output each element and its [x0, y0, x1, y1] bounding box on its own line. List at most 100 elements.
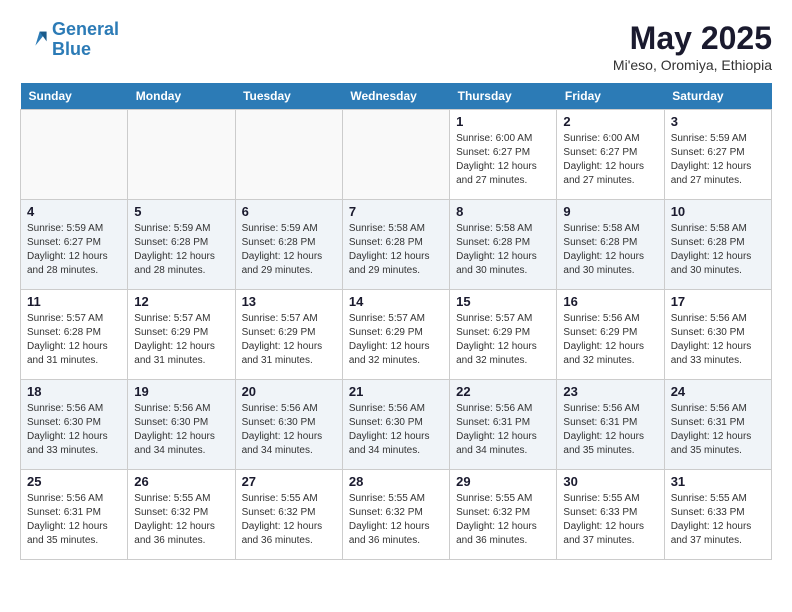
- day-info: Sunrise: 5:58 AMSunset: 6:28 PMDaylight:…: [563, 222, 657, 278]
- day-info: Sunrise: 5:56 AMSunset: 6:30 PMDaylight:…: [134, 402, 228, 458]
- day-info: Sunrise: 5:59 AMSunset: 6:27 PMDaylight:…: [671, 132, 765, 188]
- calendar-cell: 31Sunrise: 5:55 AMSunset: 6:33 PMDayligh…: [664, 470, 771, 560]
- calendar-week-4: 18 Sunrise: 5:56 AMSunset: 6:30 PMDayligh…: [21, 380, 772, 470]
- day-number: 19: [134, 384, 228, 399]
- calendar-cell: 27Sunrise: 5:55 AMSunset: 6:32 PMDayligh…: [235, 470, 342, 560]
- col-friday: Friday: [557, 83, 664, 110]
- day-info: Sunrise: 5:56 AMSunset: 6:30 PMDaylight:…: [242, 402, 336, 458]
- calendar-cell: 9 Sunrise: 5:58 AMSunset: 6:28 PMDaylight…: [557, 200, 664, 290]
- page-header: General Blue May 2025 Mi'eso, Oromiya, E…: [20, 20, 772, 73]
- day-info: Sunrise: 5:55 AMSunset: 6:32 PMDaylight:…: [456, 492, 550, 548]
- calendar-cell: 28 Sunrise: 5:55 AMSunset: 6:32 PMDayligh…: [342, 470, 449, 560]
- day-number: 30: [563, 474, 657, 489]
- day-number: 24: [671, 384, 765, 399]
- day-info: Sunrise: 5:56 AMSunset: 6:30 PMDaylight:…: [671, 312, 765, 368]
- day-number: 13: [242, 294, 336, 309]
- day-info: Sunrise: 5:58 AMSunset: 6:28 PMDaylight:…: [671, 222, 765, 278]
- logo-line1: General: [52, 19, 119, 39]
- logo-text: General Blue: [52, 20, 119, 60]
- logo-line2: Blue: [52, 39, 91, 59]
- day-info: Sunrise: 5:55 AMSunset: 6:32 PMDaylight:…: [349, 492, 443, 548]
- calendar-cell: 13 Sunrise: 5:57 AMSunset: 6:29 PMDayligh…: [235, 290, 342, 380]
- day-number: 31: [671, 474, 765, 489]
- day-number: 18: [27, 384, 121, 399]
- day-info: Sunrise: 5:55 AMSunset: 6:33 PMDaylight:…: [563, 492, 657, 548]
- day-info: Sunrise: 5:56 AMSunset: 6:31 PMDaylight:…: [563, 402, 657, 458]
- location-subtitle: Mi'eso, Oromiya, Ethiopia: [613, 57, 772, 73]
- calendar-cell: 25Sunrise: 5:56 AMSunset: 6:31 PMDayligh…: [21, 470, 128, 560]
- calendar-cell: 5 Sunrise: 5:59 AMSunset: 6:28 PMDaylight…: [128, 200, 235, 290]
- calendar-cell: 24 Sunrise: 5:56 AMSunset: 6:31 PMDayligh…: [664, 380, 771, 470]
- day-info: Sunrise: 5:56 AMSunset: 6:30 PMDaylight:…: [27, 402, 121, 458]
- day-number: 9: [563, 204, 657, 219]
- calendar-cell: [21, 110, 128, 200]
- calendar-cell: 2 Sunrise: 6:00 AMSunset: 6:27 PMDaylight…: [557, 110, 664, 200]
- calendar-cell: 1 Sunrise: 6:00 AMSunset: 6:27 PMDaylight…: [450, 110, 557, 200]
- day-number: 8: [456, 204, 550, 219]
- calendar-cell: 3Sunrise: 5:59 AMSunset: 6:27 PMDaylight…: [664, 110, 771, 200]
- day-number: 16: [563, 294, 657, 309]
- day-info: Sunrise: 5:59 AMSunset: 6:28 PMDaylight:…: [134, 222, 228, 278]
- day-number: 12: [134, 294, 228, 309]
- col-sunday: Sunday: [21, 83, 128, 110]
- month-title: May 2025: [613, 20, 772, 57]
- calendar-cell: 26Sunrise: 5:55 AMSunset: 6:32 PMDayligh…: [128, 470, 235, 560]
- day-info: Sunrise: 5:55 AMSunset: 6:32 PMDaylight:…: [134, 492, 228, 548]
- calendar-cell: 23 Sunrise: 5:56 AMSunset: 6:31 PMDayligh…: [557, 380, 664, 470]
- calendar-cell: 30 Sunrise: 5:55 AMSunset: 6:33 PMDayligh…: [557, 470, 664, 560]
- day-number: 11: [27, 294, 121, 309]
- day-number: 4: [27, 204, 121, 219]
- calendar-cell: 8Sunrise: 5:58 AMSunset: 6:28 PMDaylight…: [450, 200, 557, 290]
- calendar-cell: 29Sunrise: 5:55 AMSunset: 6:32 PMDayligh…: [450, 470, 557, 560]
- col-wednesday: Wednesday: [342, 83, 449, 110]
- day-info: Sunrise: 5:59 AMSunset: 6:28 PMDaylight:…: [242, 222, 336, 278]
- day-number: 23: [563, 384, 657, 399]
- calendar-week-5: 25Sunrise: 5:56 AMSunset: 6:31 PMDayligh…: [21, 470, 772, 560]
- calendar-cell: 22Sunrise: 5:56 AMSunset: 6:31 PMDayligh…: [450, 380, 557, 470]
- day-info: Sunrise: 5:57 AMSunset: 6:29 PMDaylight:…: [349, 312, 443, 368]
- day-number: 28: [349, 474, 443, 489]
- logo-icon: [20, 26, 48, 54]
- logo: General Blue: [20, 20, 119, 60]
- calendar-cell: 14Sunrise: 5:57 AMSunset: 6:29 PMDayligh…: [342, 290, 449, 380]
- day-info: Sunrise: 5:56 AMSunset: 6:31 PMDaylight:…: [456, 402, 550, 458]
- day-info: Sunrise: 5:56 AMSunset: 6:29 PMDaylight:…: [563, 312, 657, 368]
- calendar-cell: 4 Sunrise: 5:59 AMSunset: 6:27 PMDaylight…: [21, 200, 128, 290]
- day-info: Sunrise: 5:58 AMSunset: 6:28 PMDaylight:…: [349, 222, 443, 278]
- day-info: Sunrise: 5:57 AMSunset: 6:29 PMDaylight:…: [134, 312, 228, 368]
- day-number: 7: [349, 204, 443, 219]
- day-number: 25: [27, 474, 121, 489]
- day-info: Sunrise: 6:00 AMSunset: 6:27 PMDaylight:…: [456, 132, 550, 188]
- day-number: 21: [349, 384, 443, 399]
- day-info: Sunrise: 5:56 AMSunset: 6:30 PMDaylight:…: [349, 402, 443, 458]
- calendar-cell: 19 Sunrise: 5:56 AMSunset: 6:30 PMDayligh…: [128, 380, 235, 470]
- col-monday: Monday: [128, 83, 235, 110]
- calendar-cell: 18 Sunrise: 5:56 AMSunset: 6:30 PMDayligh…: [21, 380, 128, 470]
- calendar-cell: 12 Sunrise: 5:57 AMSunset: 6:29 PMDayligh…: [128, 290, 235, 380]
- day-number: 5: [134, 204, 228, 219]
- day-number: 17: [671, 294, 765, 309]
- day-info: Sunrise: 5:57 AMSunset: 6:28 PMDaylight:…: [27, 312, 121, 368]
- day-number: 1: [456, 114, 550, 129]
- day-info: Sunrise: 5:57 AMSunset: 6:29 PMDaylight:…: [456, 312, 550, 368]
- day-number: 20: [242, 384, 336, 399]
- calendar-cell: 10 Sunrise: 5:58 AMSunset: 6:28 PMDayligh…: [664, 200, 771, 290]
- calendar-cell: 20 Sunrise: 5:56 AMSunset: 6:30 PMDayligh…: [235, 380, 342, 470]
- calendar-week-2: 4 Sunrise: 5:59 AMSunset: 6:27 PMDaylight…: [21, 200, 772, 290]
- calendar-week-1: 1 Sunrise: 6:00 AMSunset: 6:27 PMDaylight…: [21, 110, 772, 200]
- day-number: 10: [671, 204, 765, 219]
- day-info: Sunrise: 5:59 AMSunset: 6:27 PMDaylight:…: [27, 222, 121, 278]
- calendar-cell: 11 Sunrise: 5:57 AMSunset: 6:28 PMDayligh…: [21, 290, 128, 380]
- header-row: Sunday Monday Tuesday Wednesday Thursday…: [21, 83, 772, 110]
- day-number: 15: [456, 294, 550, 309]
- day-info: Sunrise: 5:56 AMSunset: 6:31 PMDaylight:…: [671, 402, 765, 458]
- calendar-cell: 17 Sunrise: 5:56 AMSunset: 6:30 PMDayligh…: [664, 290, 771, 380]
- col-thursday: Thursday: [450, 83, 557, 110]
- day-info: Sunrise: 6:00 AMSunset: 6:27 PMDaylight:…: [563, 132, 657, 188]
- calendar-cell: 15 Sunrise: 5:57 AMSunset: 6:29 PMDayligh…: [450, 290, 557, 380]
- day-info: Sunrise: 5:57 AMSunset: 6:29 PMDaylight:…: [242, 312, 336, 368]
- title-section: May 2025 Mi'eso, Oromiya, Ethiopia: [613, 20, 772, 73]
- calendar-week-3: 11 Sunrise: 5:57 AMSunset: 6:28 PMDayligh…: [21, 290, 772, 380]
- day-info: Sunrise: 5:55 AMSunset: 6:32 PMDaylight:…: [242, 492, 336, 548]
- day-number: 2: [563, 114, 657, 129]
